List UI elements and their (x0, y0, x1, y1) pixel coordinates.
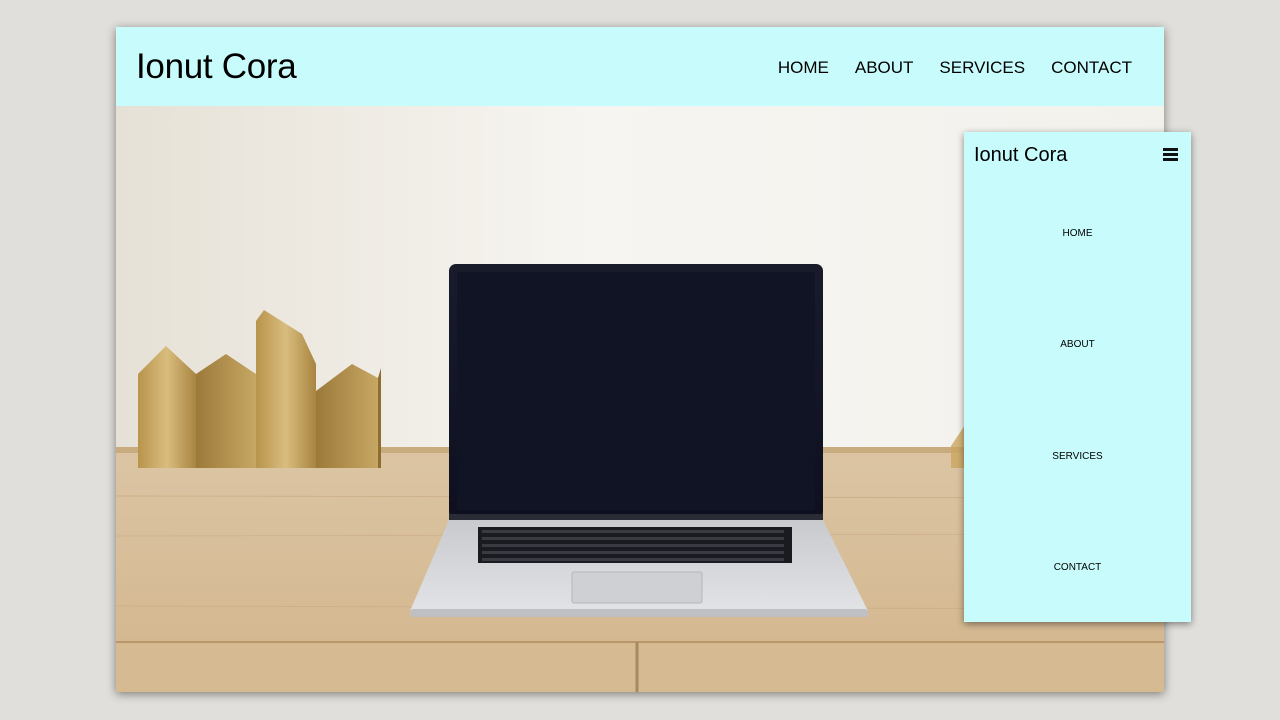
nav-about[interactable]: ABOUT (855, 58, 914, 78)
site-logo[interactable]: Ionut Cora (136, 47, 297, 87)
mobile-nav-home[interactable]: HOME (964, 228, 1191, 239)
mobile-preview-menu: Ionut Cora HOME ABOUT SERVICES CONTACT (964, 132, 1191, 622)
mobile-site-logo[interactable]: Ionut Cora (974, 144, 1067, 167)
site-header: Ionut Cora HOME ABOUT SERVICES CONTACT (116, 27, 1164, 106)
mobile-nav-services[interactable]: SERVICES (964, 451, 1191, 462)
main-nav: HOME ABOUT SERVICES CONTACT (778, 58, 1132, 78)
nav-home[interactable]: HOME (778, 58, 829, 78)
nav-contact[interactable]: CONTACT (1051, 58, 1132, 78)
mobile-nav-about[interactable]: ABOUT (964, 339, 1191, 350)
mobile-nav-contact[interactable]: CONTACT (964, 562, 1191, 573)
hamburger-menu-icon[interactable] (1163, 148, 1178, 161)
nav-services[interactable]: SERVICES (939, 58, 1025, 78)
